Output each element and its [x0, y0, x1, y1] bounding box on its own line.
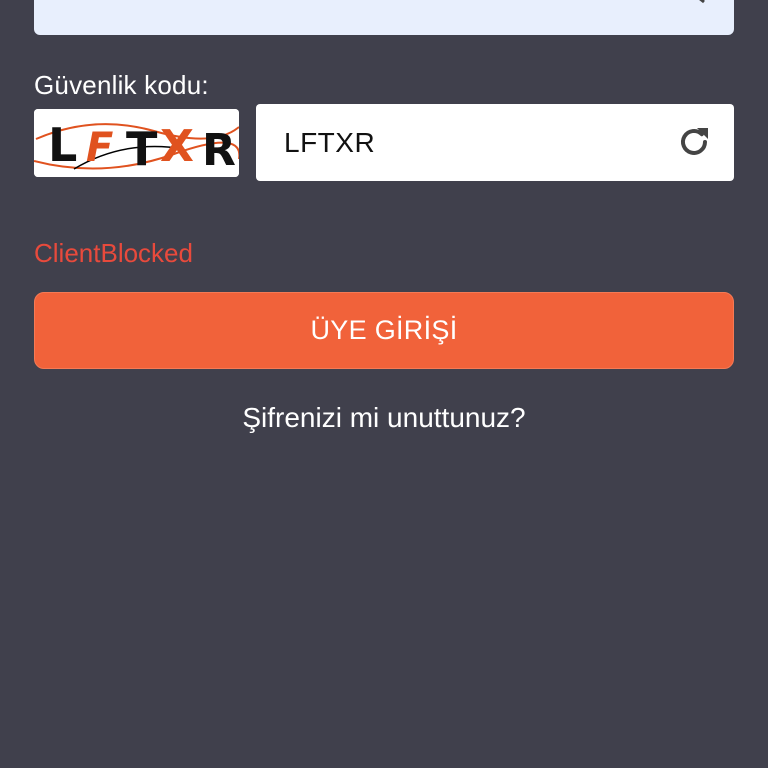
eye-slash-icon[interactable] [674, 0, 712, 8]
captcha-image: L F T X R [34, 109, 239, 177]
error-message: ClientBlocked [34, 238, 193, 268]
svg-text:T: T [126, 122, 158, 176]
captcha-graphic: L F T X R [34, 109, 239, 177]
captcha-input-value: LFTXR [284, 126, 376, 158]
svg-text:R: R [202, 125, 236, 176]
login-page: Güvenlik kodu: L F T X R LFTXR ClientBlo… [0, 0, 768, 768]
refresh-icon[interactable] [676, 124, 712, 160]
svg-text:X: X [160, 121, 194, 172]
svg-text:F: F [86, 125, 113, 171]
captcha-input[interactable]: LFTXR [256, 104, 734, 181]
captcha-label: Güvenlik kodu: [34, 70, 209, 100]
login-button[interactable]: ÜYE GİRİŞİ [34, 292, 734, 369]
forgot-password-link[interactable]: Şifrenizi mi unuttunuz? [0, 402, 768, 434]
password-field[interactable] [34, 0, 734, 35]
svg-text:L: L [48, 118, 77, 172]
